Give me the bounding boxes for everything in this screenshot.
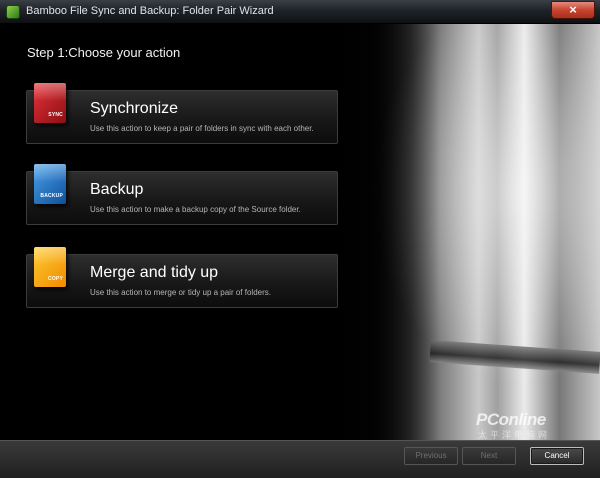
title-bar[interactable]: Bamboo File Sync and Backup: Folder Pair…: [0, 0, 600, 24]
wizard-content: Step 1:Choose your action SYNC Synchroni…: [0, 24, 600, 440]
next-button[interactable]: Next: [462, 447, 516, 465]
backup-action-button[interactable]: BACKUP Backup Use this action to make a …: [26, 164, 338, 225]
pconline-watermark: PConline: [476, 410, 546, 429]
cancel-button[interactable]: Cancel: [530, 447, 584, 465]
pconline-watermark-subtext: 太平洋电脑网: [478, 430, 551, 440]
synchronize-action-button[interactable]: SYNC Synchronize Use this action to keep…: [26, 83, 338, 144]
action-description: Use this action to make a backup copy of…: [90, 205, 301, 214]
step-heading: Step 1:Choose your action: [27, 45, 181, 60]
wizard-footer: Previous Next Cancel: [0, 440, 600, 478]
action-title: Merge and tidy up: [90, 264, 219, 281]
close-button[interactable]: ×: [551, 1, 595, 19]
action-description: Use this action to keep a pair of folder…: [90, 124, 314, 133]
copy-folder-icon: COPY: [34, 247, 66, 287]
background-shadow: [300, 24, 440, 440]
merge-action-button[interactable]: COPY Merge and tidy up Use this action t…: [26, 247, 338, 308]
window-title: Bamboo File Sync and Backup: Folder Pair…: [26, 5, 274, 17]
action-title: Backup: [90, 181, 144, 198]
backup-folder-icon: BACKUP: [34, 164, 66, 204]
previous-button[interactable]: Previous: [404, 447, 458, 465]
copy-icon-label: COPY: [48, 276, 63, 282]
wizard-window: Bamboo File Sync and Backup: Folder Pair…: [0, 0, 600, 478]
action-title: Synchronize: [90, 100, 179, 117]
backup-icon-label: BACKUP: [40, 193, 63, 199]
action-description: Use this action to merge or tidy up a pa…: [90, 288, 271, 297]
sync-icon-label: SYNC: [48, 112, 63, 118]
sync-folder-icon: SYNC: [34, 83, 66, 123]
bamboo-app-icon: [6, 5, 20, 19]
